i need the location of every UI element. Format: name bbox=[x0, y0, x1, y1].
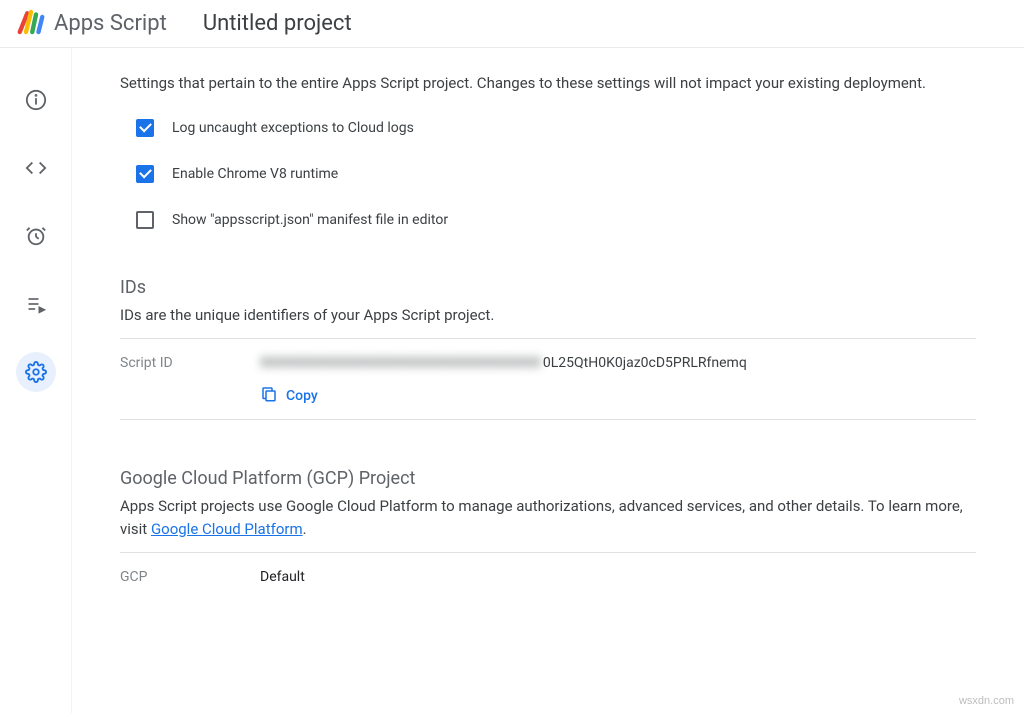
ids-desc: IDs are the unique identifiers of your A… bbox=[120, 304, 976, 327]
sidebar-item-overview[interactable] bbox=[16, 80, 56, 120]
sidebar bbox=[0, 48, 72, 713]
app-name: Apps Script bbox=[54, 11, 167, 36]
divider bbox=[120, 419, 976, 420]
divider bbox=[120, 338, 976, 339]
checkbox-icon[interactable] bbox=[136, 119, 154, 137]
gcp-row: GCP Default bbox=[120, 559, 976, 595]
script-id-row: Script ID XXXXXXXXXXXXXXXXXXXXXXXXXXXXXX… bbox=[120, 345, 976, 413]
option-label: Show "appsscript.json" manifest file in … bbox=[172, 212, 448, 228]
gcp-label: GCP bbox=[120, 569, 260, 585]
gcp-desc: Apps Script projects use Google Cloud Pl… bbox=[120, 495, 976, 540]
content: Settings that pertain to the entire Apps… bbox=[72, 48, 1024, 713]
watermark: wsxdn.com bbox=[959, 695, 1014, 707]
divider bbox=[120, 552, 976, 553]
copy-button[interactable]: Copy bbox=[260, 379, 976, 413]
sidebar-item-settings[interactable] bbox=[16, 352, 56, 392]
sidebar-item-editor[interactable] bbox=[16, 148, 56, 188]
logo: Apps Script bbox=[16, 7, 167, 41]
script-id-hidden: XXXXXXXXXXXXXXXXXXXXXXXXXXXXXXXX bbox=[260, 355, 541, 371]
project-title[interactable]: Untitled project bbox=[203, 11, 352, 36]
copy-label: Copy bbox=[286, 388, 318, 404]
copy-icon bbox=[260, 385, 278, 407]
apps-script-logo-icon bbox=[16, 7, 46, 41]
header: Apps Script Untitled project bbox=[0, 0, 1024, 48]
option-label: Enable Chrome V8 runtime bbox=[172, 166, 338, 182]
script-id-label: Script ID bbox=[120, 355, 260, 413]
option-log-exceptions[interactable]: Log uncaught exceptions to Cloud logs bbox=[120, 119, 976, 137]
sidebar-item-triggers[interactable] bbox=[16, 216, 56, 256]
checkbox-icon[interactable] bbox=[136, 211, 154, 229]
gcp-link[interactable]: Google Cloud Platform bbox=[151, 520, 303, 538]
script-id-value: XXXXXXXXXXXXXXXXXXXXXXXXXXXXXXXX0L25QtH0… bbox=[260, 355, 747, 371]
checkbox-icon[interactable] bbox=[136, 165, 154, 183]
option-v8-runtime[interactable]: Enable Chrome V8 runtime bbox=[120, 165, 976, 183]
option-show-manifest[interactable]: Show "appsscript.json" manifest file in … bbox=[120, 211, 976, 229]
gcp-value: Default bbox=[260, 569, 305, 585]
script-id-visible: 0L25QtH0K0jaz0cD5PRLRfnemq bbox=[543, 355, 747, 371]
sidebar-item-executions[interactable] bbox=[16, 284, 56, 324]
option-label: Log uncaught exceptions to Cloud logs bbox=[172, 120, 414, 136]
gcp-heading: Google Cloud Platform (GCP) Project bbox=[120, 468, 976, 489]
ids-heading: IDs bbox=[120, 277, 976, 298]
settings-intro: Settings that pertain to the entire Apps… bbox=[120, 72, 976, 95]
